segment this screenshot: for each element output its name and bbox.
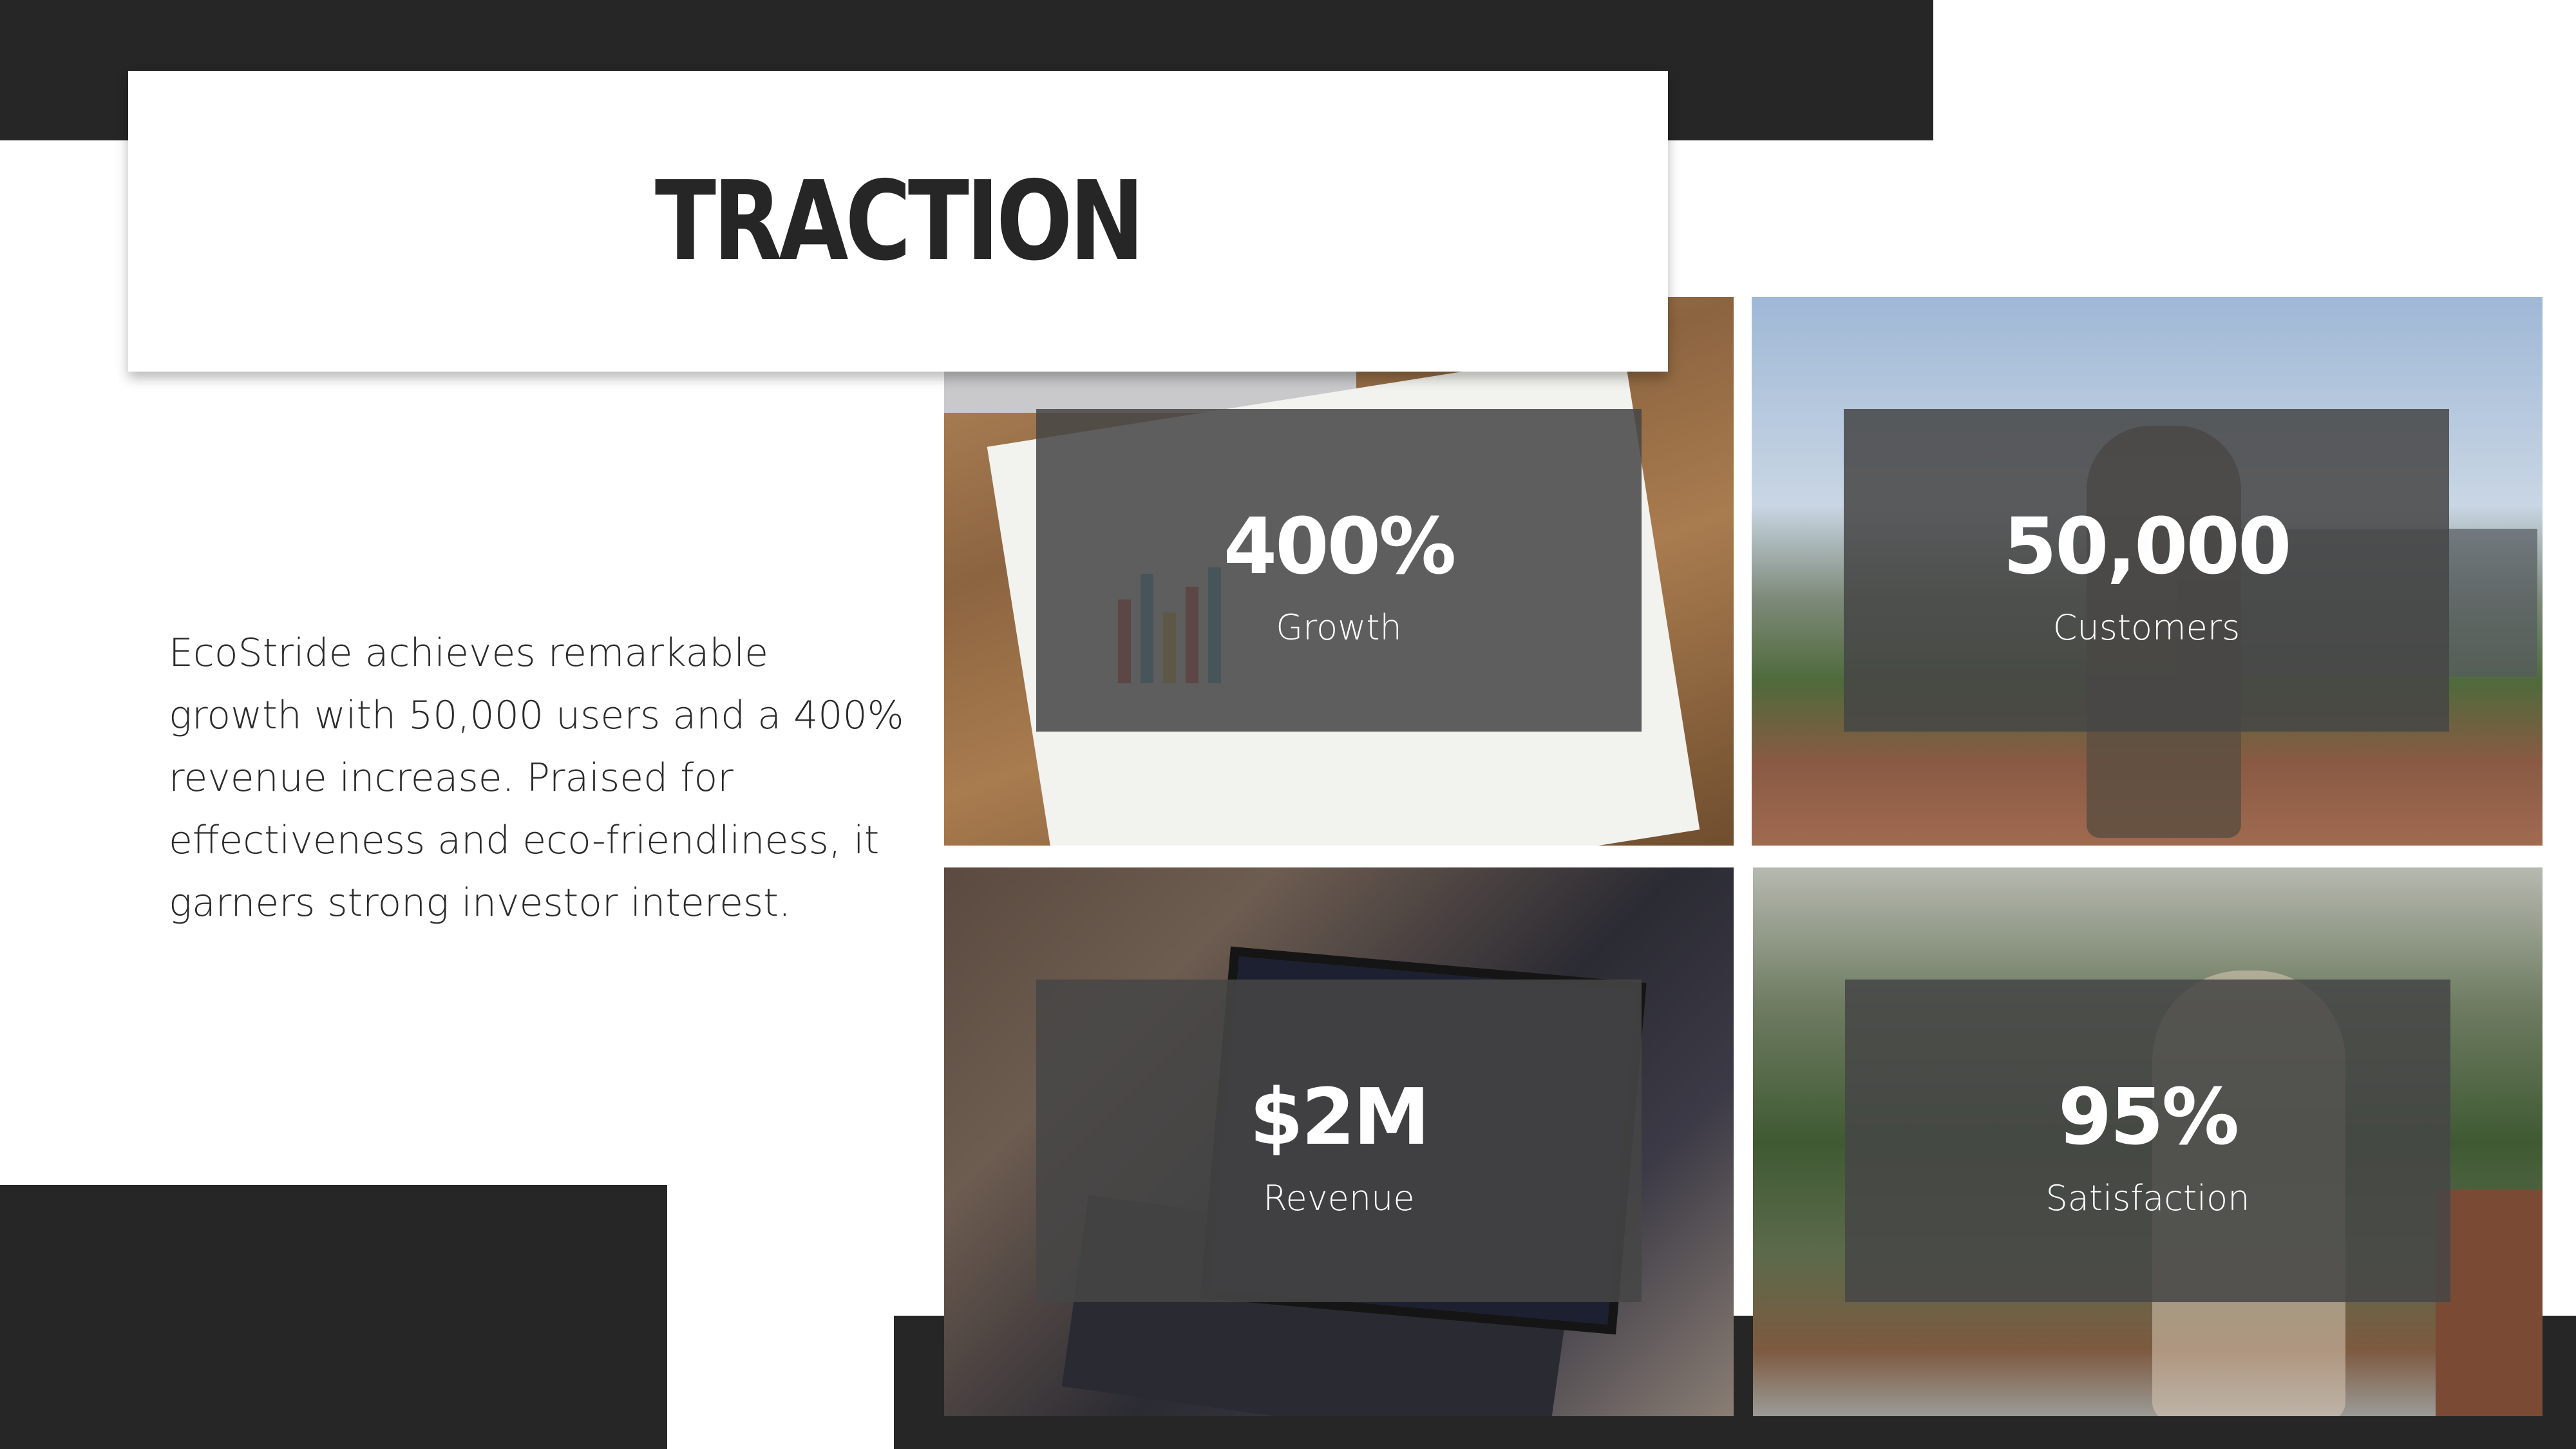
stat-card-revenue: $2M Revenue: [1036, 980, 1642, 1302]
slide-title: TRACTION: [654, 157, 1144, 285]
stat-value: 400%: [1223, 502, 1457, 592]
photo-woman-bench: 95% Satisfaction: [1753, 867, 2543, 1416]
stat-label: Revenue: [1263, 1177, 1415, 1218]
stat-value: 50,000: [2003, 502, 2291, 592]
stat-label: Customers: [2052, 607, 2240, 648]
stat-value: 95%: [2058, 1072, 2239, 1162]
title-card: TRACTION: [128, 71, 1668, 372]
stat-label: Growth: [1276, 607, 1402, 648]
stat-card-customers: 50,000 Customers: [1844, 409, 2449, 732]
stat-card-growth: 400% Growth: [1036, 409, 1642, 732]
stat-value: $2M: [1249, 1072, 1430, 1162]
stat-card-satisfaction: 95% Satisfaction: [1845, 980, 2450, 1302]
slide-body-text: EcoStride achieves remarkable growth wit…: [169, 630, 904, 925]
stat-label: Satisfaction: [2045, 1177, 2250, 1218]
photo-laptop-user: $2M Revenue: [944, 867, 1734, 1416]
photo-scooter-man: 50,000 Customers: [1752, 297, 2543, 846]
photo-desk-charts: 400% Growth: [944, 297, 1734, 846]
bottom-left-decor-bar: [0, 1185, 667, 1449]
bench-shape: [2436, 1189, 2543, 1416]
